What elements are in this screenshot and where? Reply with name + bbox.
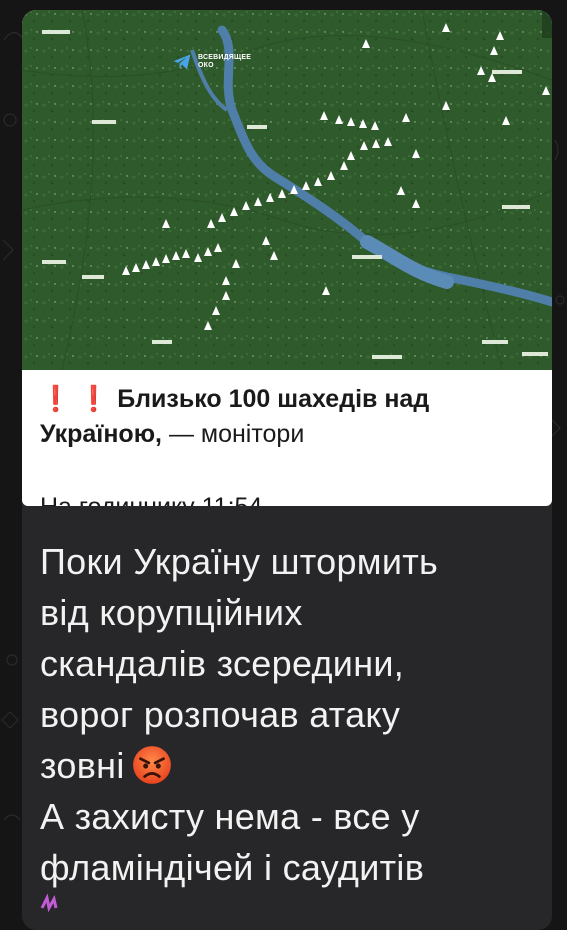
post-time-line: На годиннику 11:54 (40, 490, 262, 506)
brand-logo: ВСЕВИДЯЩЕЕ ОКО (172, 52, 258, 72)
angry-face-icon (132, 746, 171, 784)
message-line: від корупційних (40, 592, 303, 633)
headline-rest-text: — монітори (162, 420, 305, 448)
headline-bold-text-2: Україною, (40, 420, 162, 448)
message-text: Поки Україну штормить від корупційних ск… (40, 536, 550, 893)
headline-bold-text: Близько 100 шахедів над (117, 385, 430, 413)
drone-attack-map[interactable] (22, 10, 552, 370)
exclamation-icon: ❗ ❗ (40, 385, 110, 413)
brand-name: ВСЕВИДЯЩЕЕ ОКО (198, 54, 252, 69)
message-line: А захисту нема - все у (40, 796, 420, 837)
message-line: ворог розпочав атаку (40, 694, 401, 735)
message-line: Поки Україну штормить (40, 541, 439, 582)
message-line: скандалів зсередини, (40, 643, 405, 684)
message-line: фламіндічей і саудитів (40, 847, 425, 888)
emoji-partial-icon (40, 893, 58, 913)
post-headline: ❗ ❗ Близько 100 шахедів над Україною, — м… (40, 382, 540, 452)
message-bubble[interactable]: ВСЕВИДЯЩЕЕ ОКО ❗ ❗ Близько 100 шахедів на… (22, 10, 552, 930)
message-line: зовні (40, 740, 550, 791)
message-line-text: зовні (40, 745, 125, 786)
forwarded-post-preview[interactable]: ВСЕВИДЯЩЕЕ ОКО ❗ ❗ Близько 100 шахедів на… (22, 10, 552, 506)
telegram-plane-icon (173, 54, 191, 70)
